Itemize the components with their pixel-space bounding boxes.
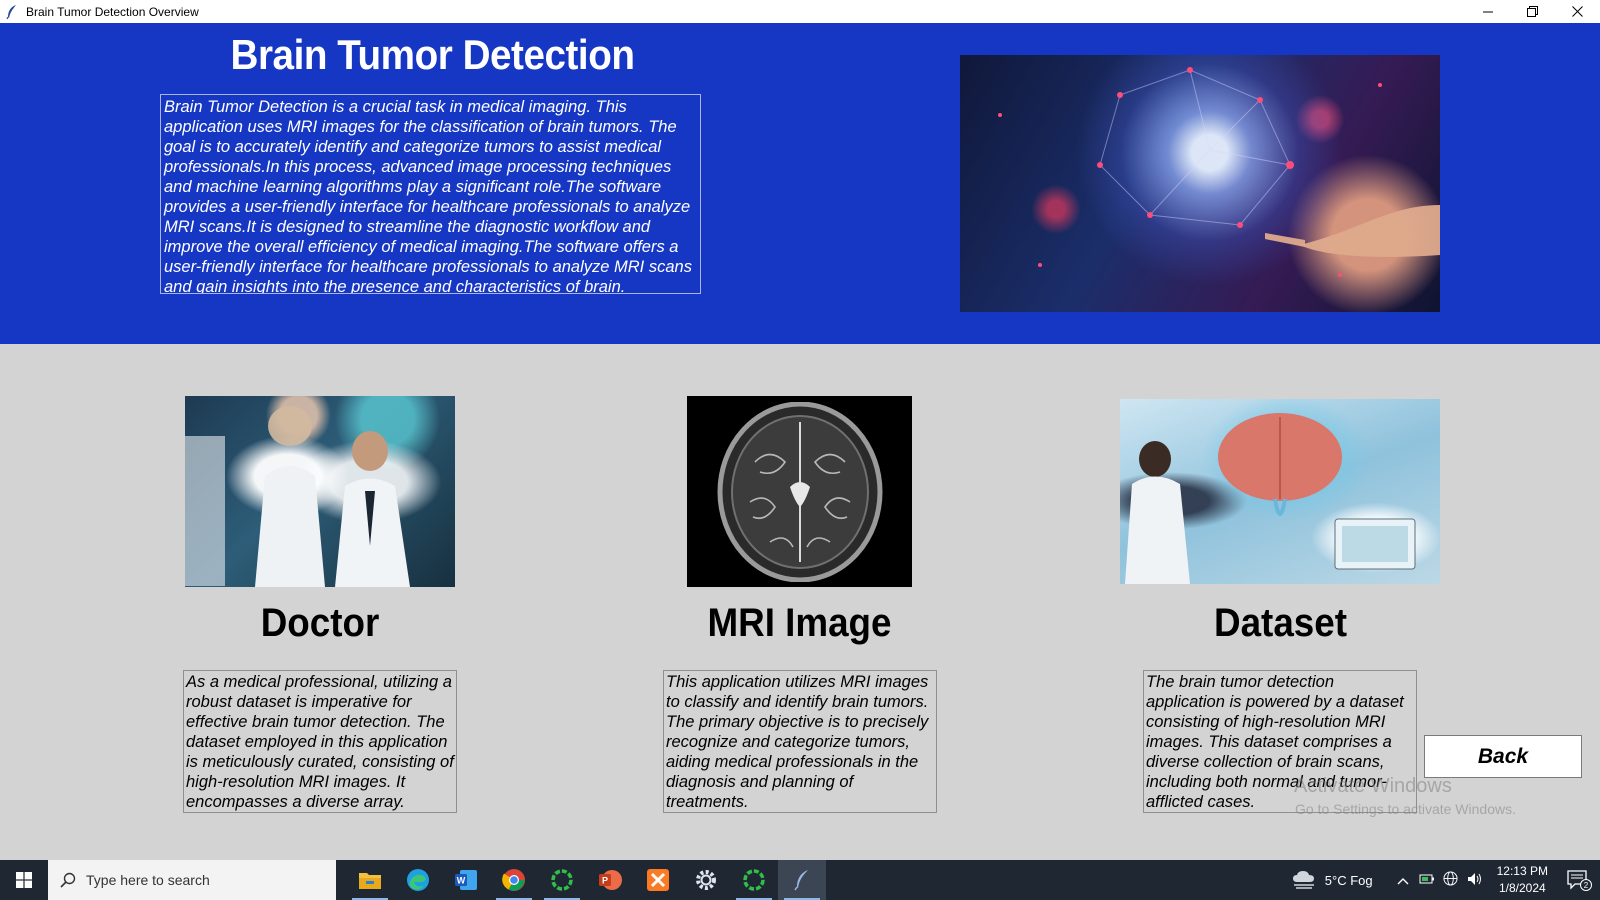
restore-icon	[1527, 6, 1538, 17]
feather-icon	[6, 4, 16, 19]
file-explorer-icon	[359, 873, 381, 889]
network-tray-button[interactable]	[1439, 871, 1463, 889]
window-titlebar: Brain Tumor Detection Overview	[0, 0, 1600, 23]
taskbar-clock[interactable]: 12:13 PM 1/8/2024	[1497, 863, 1548, 897]
mri-scan-image	[687, 396, 912, 587]
speaker-icon	[1467, 872, 1481, 885]
minimize-icon	[1482, 11, 1493, 12]
mri-brain-slice	[717, 401, 882, 582]
notifications-button[interactable]: 2	[1558, 869, 1600, 891]
watermark-title: Activate Windows	[1294, 775, 1452, 797]
taskbar-app-settings[interactable]	[682, 860, 730, 900]
taskbar-app-chrome[interactable]	[490, 860, 538, 900]
taskbar-app-file-explorer[interactable]	[346, 860, 394, 900]
minimize-button[interactable]	[1465, 0, 1510, 23]
doctor-image	[185, 396, 455, 587]
doctor-description: As a medical professional, utilizing a r…	[183, 670, 457, 813]
doctors-illustration	[185, 406, 410, 587]
weather-text: 5°C Fog	[1324, 872, 1373, 888]
svg-text:P: P	[602, 876, 608, 886]
hero-brain-image	[960, 55, 1440, 312]
cloud-fog-icon	[1292, 871, 1314, 889]
weather-widget[interactable]: 5°C Fog	[1291, 870, 1373, 890]
page-title: Brain Tumor Detection	[230, 31, 635, 78]
close-button[interactable]	[1555, 0, 1600, 23]
clock-date: 1/8/2024	[1498, 881, 1546, 895]
watermark-subtitle: Go to Settings to activate Windows.	[1295, 801, 1516, 817]
settings-icon	[696, 870, 716, 890]
dataset-image	[1120, 399, 1440, 584]
doctor-title: Doctor	[260, 601, 380, 645]
show-hidden-icons-button[interactable]	[1391, 873, 1415, 888]
python-tk-icon	[794, 870, 808, 891]
back-button[interactable]: Back	[1424, 735, 1582, 778]
word-icon: W	[455, 870, 477, 890]
window-title: Brain Tumor Detection Overview	[26, 4, 199, 19]
start-button[interactable]	[0, 860, 48, 900]
dataset-illustration	[1125, 413, 1416, 584]
intro-text: Brain Tumor Detection is a crucial task …	[160, 94, 701, 294]
powerpoint-icon: P	[599, 870, 622, 890]
taskbar-app-python-tk[interactable]	[778, 860, 826, 900]
chrome-icon	[502, 869, 525, 891]
notification-icon: 2	[1567, 870, 1592, 891]
mri-image-title: MRI Image	[707, 601, 892, 645]
notification-count: 2	[1584, 881, 1589, 890]
activate-windows-watermark: Activate Windows Go to Settings to activ…	[1294, 775, 1516, 817]
taskbar-app-loader-1[interactable]	[538, 860, 586, 900]
header-banner: Brain Tumor Detection Brain Tumor Detect…	[0, 23, 1600, 344]
taskbar-app-edge[interactable]	[394, 860, 442, 900]
taskbar: Type here to search W P 5°C Fog 12:13 PM…	[0, 860, 1600, 900]
edge-icon	[407, 869, 429, 891]
svg-text:W: W	[457, 876, 466, 886]
battery-icon	[1419, 874, 1434, 883]
brain-network-graphic	[998, 67, 1440, 277]
dataset-title: Dataset	[1214, 601, 1347, 645]
taskbar-app-word[interactable]: W	[442, 860, 490, 900]
search-icon	[60, 872, 76, 888]
windows-logo-icon	[16, 872, 32, 888]
chevron-up-icon	[1397, 877, 1409, 884]
loader-app-icon	[743, 869, 765, 891]
system-tray: 5°C Fog 12:13 PM 1/8/2024 2	[1291, 860, 1600, 900]
taskbar-search[interactable]: Type here to search	[48, 860, 336, 900]
search-placeholder: Type here to search	[86, 872, 210, 888]
taskbar-app-loader-2[interactable]	[730, 860, 778, 900]
globe-icon	[1443, 871, 1458, 886]
xampp-icon	[647, 869, 669, 891]
restore-button[interactable]	[1510, 0, 1555, 23]
clock-time: 12:13 PM	[1496, 864, 1548, 878]
battery-tray-button[interactable]	[1415, 873, 1439, 888]
volume-tray-button[interactable]	[1463, 872, 1487, 889]
close-icon	[1572, 6, 1583, 17]
mri-image-description: This application utilizes MRI images to …	[663, 670, 937, 813]
taskbar-app-xampp[interactable]	[634, 860, 682, 900]
taskbar-app-powerpoint[interactable]: P	[586, 860, 634, 900]
loader-app-icon	[551, 869, 573, 891]
